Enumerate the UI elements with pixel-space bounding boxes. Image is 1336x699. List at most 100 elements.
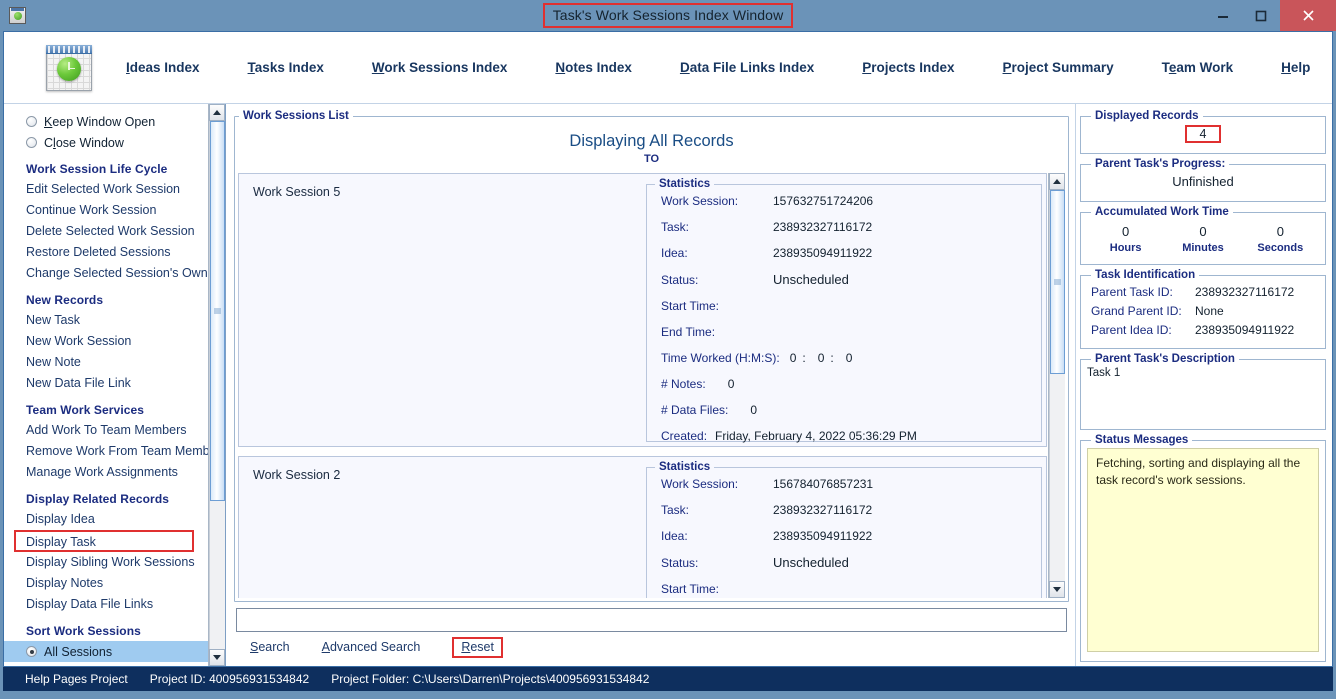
stat-status-label: Status: [661, 556, 699, 570]
menu-item-project-summary[interactable]: Project Summary [1003, 56, 1114, 79]
display-subtitle: TO [643, 153, 660, 165]
sidebar-heading-work-session-life-cycle: Work Session Life Cycle [26, 162, 168, 176]
sidebar-item-continue-work-session[interactable]: Continue Work Session [4, 200, 208, 221]
sidebar-item-display-idea[interactable]: Display Idea [4, 509, 208, 530]
window-bottom-edge [0, 691, 1336, 699]
sidebar-radio-label: Keep Window Open [44, 114, 156, 129]
menu-item-data-file-links-index[interactable]: Data File Links Index [680, 56, 814, 79]
status-bar: Help Pages Project Project ID: 400956931… [3, 667, 1333, 691]
sidebar-item-display-sibling-work-sessions[interactable]: Display Sibling Work Sessions [4, 552, 208, 573]
sidebar-item-restore-deleted-sessions[interactable]: Restore Deleted Sessions [4, 242, 208, 263]
task-id-row-grand-parent-id: Grand Parent ID: None [1091, 304, 1319, 318]
stat-idea-row: Idea: 238935094911922 [661, 529, 1035, 543]
advanced-search-button[interactable]: Advanced Search [322, 640, 421, 654]
stat-data-files-label: # Data Files: [661, 403, 729, 417]
menu-item-tasks-index[interactable]: Tasks Index [248, 56, 324, 79]
close-button[interactable] [1280, 0, 1336, 31]
cards-region: Work Session 5 Statistics Work Session: 157… [238, 173, 1065, 598]
stat-idea-value: 238935094911922 [773, 529, 873, 543]
sidebar-item-new-task[interactable]: New Task [4, 310, 208, 331]
menu-item-help[interactable]: Help [1281, 56, 1310, 79]
stat-time-hours: 0 [789, 351, 797, 365]
cards-scrollbar[interactable] [1048, 173, 1065, 598]
app-icon [9, 7, 26, 24]
search-button[interactable]: Search [250, 640, 290, 654]
stat-start-time-row: Start Time: [661, 299, 1035, 313]
sidebar-scrollbar[interactable] [208, 104, 225, 666]
awt-hours: 0 Hours [1087, 224, 1164, 254]
awt-minutes-label: Minutes [1182, 242, 1224, 254]
awt-minutes: 0 Minutes [1164, 224, 1241, 254]
scroll-up-button[interactable] [209, 104, 225, 121]
sidebar-item-display-data-file-links[interactable]: Display Data File Links [4, 594, 208, 615]
window-controls [1204, 0, 1336, 31]
maximize-button[interactable] [1242, 0, 1280, 31]
work-session-name: Work Session 2 [253, 468, 341, 482]
displayed-records-value: 4 [1185, 125, 1221, 143]
search-row: Search Advanced Search Reset [234, 602, 1069, 662]
stat-time-minutes: 0 [817, 351, 825, 365]
sidebar-radio-keep-window-open[interactable]: Keep Window Open [4, 111, 208, 132]
sidebar-sort-option-all-sessions[interactable]: All Sessions [4, 641, 208, 662]
cards-scroll-track[interactable] [1049, 190, 1065, 581]
stat-time-worked-label: Time Worked (H:M:S): [661, 351, 780, 365]
stat-idea-row: Idea: 238935094911922 [661, 246, 1035, 260]
sidebar-item-edit-selected-work-session[interactable]: Edit Selected Work Session [4, 179, 208, 200]
scroll-down-button[interactable] [209, 649, 225, 666]
sidebar-item-manage-work-assignments[interactable]: Manage Work Assignments [4, 462, 208, 483]
minimize-button[interactable] [1204, 0, 1242, 31]
sidebar-item-new-data-file-link[interactable]: New Data File Link [4, 373, 208, 394]
stat-time-sep-1: : [802, 351, 806, 365]
task-id-row-parent-idea-id: Parent Idea ID: 238935094911922 [1091, 323, 1319, 337]
stat-start-time-label: Start Time: [661, 582, 720, 596]
application-window: Task's Work Sessions Index Window Ideas … [0, 0, 1336, 699]
scroll-thumb[interactable] [210, 121, 225, 502]
stat-task-label: Task: [661, 503, 690, 517]
parent-task-progress-group: Parent Task's Progress: Unfinished [1080, 158, 1326, 202]
work-session-card[interactable]: Work Session 2 Statistics Work Session: 156… [238, 456, 1047, 598]
title-container: Task's Work Sessions Index Window [0, 0, 1336, 31]
stat-status-value: Unscheduled [773, 272, 849, 287]
sidebar-item-delete-selected-work-session[interactable]: Delete Selected Work Session [4, 221, 208, 242]
sidebar-item-remove-work-from-team-members[interactable]: Remove Work From Team Members [4, 441, 208, 462]
sidebar-item-new-work-session[interactable]: New Work Session [4, 331, 208, 352]
stat-task-value: 238932327116172 [773, 503, 873, 517]
sidebar-item-display-task[interactable]: Display Task [14, 530, 194, 552]
awt-hours-label: Hours [1109, 242, 1142, 254]
parent-task-description-legend: Parent Task's Description [1095, 353, 1235, 365]
awt-seconds-value: 0 [1276, 224, 1284, 239]
menu-item-team-work[interactable]: Team Work [1162, 56, 1234, 79]
stat-task-row: Task: 238932327116172 [661, 220, 1035, 234]
scroll-track[interactable] [209, 121, 225, 649]
parent-task-progress-legend: Parent Task's Progress: [1095, 158, 1226, 170]
stat-data-files-value: 0 [750, 403, 758, 417]
menu-items: Ideas Index Tasks Index Work Sessions Inde… [102, 56, 1332, 79]
cards-scroll-up-button[interactable] [1049, 173, 1065, 190]
task-id-value-parent-task-id: 238932327116172 [1195, 285, 1295, 299]
work-session-card[interactable]: Work Session 5 Statistics Work Session: 157… [238, 173, 1047, 447]
work-session-stats: Statistics Work Session: 156784076857231 Ta… [646, 457, 1046, 598]
stat-work-session-label: Work Session: [661, 477, 739, 491]
sidebar-item-display-notes[interactable]: Display Notes [4, 573, 208, 594]
status-messages-group: Status Messages Fetching, sorting and di… [1080, 434, 1326, 662]
stat-end-time-label: End Time: [661, 325, 716, 339]
sidebar-item-new-note[interactable]: New Note [4, 352, 208, 373]
stat-work-session-row: Work Session: 157632751724206 [661, 194, 1035, 208]
stat-status-label: Status: [661, 273, 699, 287]
title-bar: Task's Work Sessions Index Window [0, 0, 1336, 31]
menu-item-ideas-index[interactable]: Ideas Index [126, 56, 200, 79]
stat-time-sep-2: : [830, 351, 834, 365]
cards-scroll-thumb[interactable] [1050, 190, 1065, 374]
sidebar-item-change-selected-session-s-owner[interactable]: Change Selected Session's Owner [4, 263, 208, 284]
stat-status-row: Status: Unscheduled [661, 555, 1035, 570]
task-id-row-parent-task-id: Parent Task ID: 238932327116172 [1091, 285, 1319, 299]
cards-scroll-down-button[interactable] [1049, 581, 1065, 598]
search-input[interactable] [236, 608, 1067, 632]
sidebar-radio-close-window[interactable]: Close Window [4, 132, 208, 153]
sidebar-item-add-work-to-team-members[interactable]: Add Work To Team Members [4, 420, 208, 441]
reset-button[interactable]: Reset [452, 636, 503, 658]
menu-item-work-sessions-index[interactable]: Work Sessions Index [372, 56, 508, 79]
awt-hours-value: 0 [1122, 224, 1130, 239]
menu-item-projects-index[interactable]: Projects Index [862, 56, 954, 79]
menu-item-notes-index[interactable]: Notes Index [555, 56, 632, 79]
